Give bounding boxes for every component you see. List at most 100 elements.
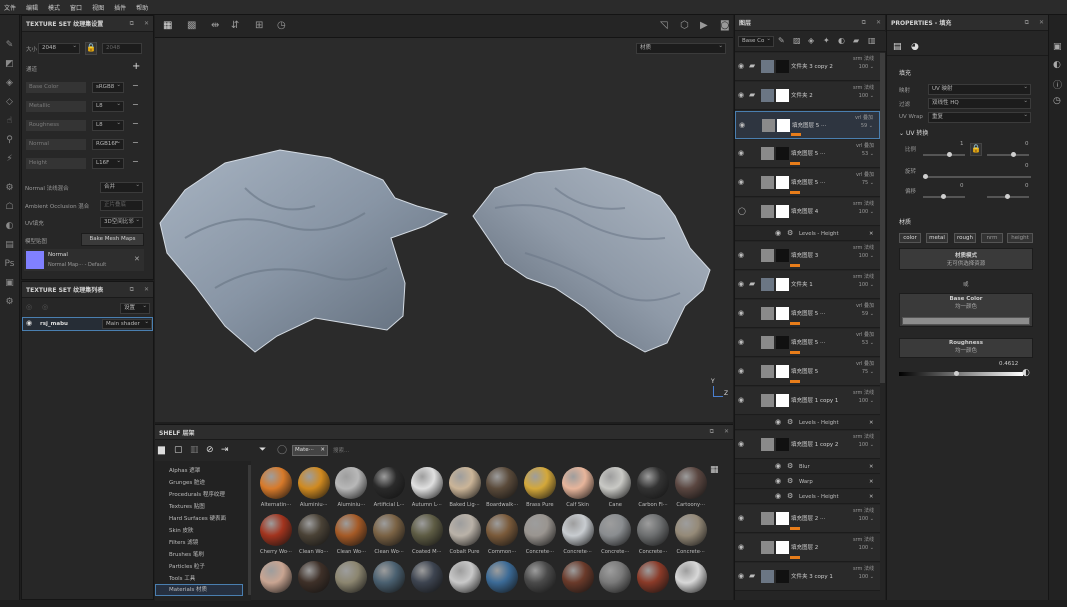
float-icon[interactable]: ⧉ (130, 286, 134, 294)
add-icon[interactable]: ⊞ (255, 20, 263, 31)
material-thumbnail[interactable] (523, 561, 557, 607)
close-icon[interactable]: ✕ (144, 286, 149, 294)
material-thumbnail[interactable] (334, 561, 368, 607)
channel-toggle-color[interactable]: color (899, 233, 921, 243)
mask-thumbnail[interactable] (777, 119, 790, 132)
material-thumbnail[interactable]: Carbon Fi··· (636, 467, 670, 513)
visibility-eye-icon[interactable]: ◉ (738, 62, 744, 70)
category-textures[interactable]: Textures 贴图 (169, 502, 205, 510)
visibility-eye-icon[interactable]: ◉ (775, 418, 781, 426)
layer-blend[interactable]: srm 法线 100 ⌄ (853, 389, 874, 405)
visibility-eye-icon[interactable]: ◉ (775, 492, 781, 500)
visibility-eye-icon[interactable]: ◉ (738, 280, 744, 288)
visibility-eye-icon[interactable]: ◉ (738, 440, 744, 448)
material-thumbnail[interactable]: Concrete··· (561, 514, 595, 560)
layer-row[interactable]: ◉ ▰ 文件夹 3 copy 2 srm 法线 100 ⌄ (735, 53, 880, 81)
layers-icon[interactable]: ▤ (4, 240, 15, 251)
new-file-icon[interactable]: ▢ (174, 445, 183, 455)
layer-row[interactable]: ◉ ▰ 文件夹 3 copy 1 srm 法线 100 ⌄ (735, 563, 880, 591)
mask-thumbnail[interactable] (776, 512, 789, 525)
layer-blend[interactable]: srm 法线 100 ⌄ (853, 433, 874, 449)
folder-icon[interactable]: ▰ (749, 90, 755, 99)
remove-channel-button[interactable]: − (132, 100, 139, 109)
mapping-dropdown[interactable]: UV 映射 (928, 84, 1031, 95)
layer-row[interactable]: ◉ 填充图层 1 copy 2 srm 法线 100 ⌄ (735, 431, 880, 459)
layer-row[interactable]: ◉ 填充图层 5 ··· vrl 叠加 75 ⌄ (735, 169, 880, 197)
category-brushes[interactable]: Brushes 笔刷 (169, 550, 204, 558)
float-icon[interactable]: ⧉ (1025, 19, 1029, 27)
layer-blend[interactable]: srm 法线 100 ⌄ (853, 536, 874, 552)
layer-blend[interactable]: vrl 叠加 59 ⌄ (856, 302, 874, 318)
normal-map-slot[interactable]: Normal Normal Map··· - Default ✕ (24, 249, 144, 271)
layer-blend[interactable]: srm 法线 100 ⌄ (853, 200, 874, 216)
folder-icon[interactable]: ▆ (158, 445, 165, 455)
material-thumbnail[interactable]: Autumn L··· (410, 467, 444, 513)
layer-row[interactable]: ◉ 填充图层 5 ··· vrl 叠加 53 ⌄ (735, 140, 880, 168)
visibility-eye-icon[interactable]: ◉ (738, 91, 744, 99)
layer-row[interactable]: ◉ ▰ 文件夹 1 srm 法线 100 ⌄ (735, 271, 880, 299)
channel-toggle-height[interactable]: height (1007, 233, 1033, 243)
category-grunges[interactable]: Grunges 脏迹 (169, 478, 205, 486)
eye-icon[interactable]: ◉ (26, 319, 32, 327)
effect-icon[interactable]: ✦ (823, 36, 830, 45)
filter-dropdown[interactable]: 双线性 HQ (928, 98, 1031, 109)
layer-row[interactable]: ◉ 填充图层 2 srm 法线 100 ⌄ (735, 534, 880, 562)
mask-thumbnail[interactable] (776, 249, 789, 262)
effect-row[interactable]: ◉ ⚙ Levels - Height ✕ (735, 490, 880, 504)
category-alphas[interactable]: Alphas 遮罩 (169, 466, 200, 474)
display-icon[interactable]: ▣ (1053, 42, 1062, 52)
projection-icon[interactable]: ◈ (4, 78, 15, 89)
visibility-icon[interactable]: ◎ (42, 303, 48, 311)
grid-view-icon[interactable]: ▦ (710, 465, 719, 475)
float-icon[interactable]: ⧉ (130, 20, 134, 28)
visibility-eye-icon[interactable]: ◉ (738, 543, 744, 551)
material-thumbnail[interactable]: Cobalt Pure (448, 514, 482, 560)
effect-row[interactable]: ◉ ⚙ Warp ✕ (735, 475, 880, 489)
layer-blend[interactable]: vrl 叠加 53 ⌄ (856, 331, 874, 347)
properties-icon[interactable]: ▤ (893, 42, 902, 52)
smudge-icon[interactable]: ☝ (4, 116, 15, 127)
material-thumbnail[interactable]: Cartoony··· (674, 467, 708, 513)
close-icon[interactable]: ✕ (1039, 19, 1044, 27)
channel-toggle-metal[interactable]: metal (926, 233, 948, 243)
remove-channel-button[interactable]: − (132, 81, 139, 90)
slider-knob[interactable] (954, 371, 959, 376)
filter-chip[interactable]: Mate··· ✕ (292, 445, 328, 456)
slider-knob[interactable] (941, 194, 946, 199)
folder-icon[interactable]: ▰ (749, 571, 755, 580)
menu-help[interactable]: 帮助 (136, 3, 148, 12)
bake-icon[interactable]: ⚙ (4, 183, 15, 194)
3d-viewport[interactable]: 材质 Y Z (155, 38, 733, 422)
polygon-fill-icon[interactable]: ◇ (4, 97, 15, 108)
offset-slider-2[interactable] (987, 194, 1029, 199)
layer-blend[interactable]: vrl 叠加 75 ⌄ (856, 360, 874, 376)
material-mode-button[interactable]: 材质模式 无可供选择资源 (899, 248, 1033, 270)
display-settings-icon[interactable]: ☖ (4, 202, 15, 213)
eraser-icon[interactable]: ◩ (4, 59, 15, 70)
channel-format[interactable]: L8 (92, 120, 124, 131)
effect-row[interactable]: ◉ ⚙ Levels - Height ✕ (735, 227, 880, 241)
channel-dropdown[interactable]: Base Co (738, 36, 774, 47)
visibility-eye-icon[interactable]: ◉ (738, 149, 744, 157)
visibility-eye-icon[interactable]: ◉ (738, 309, 744, 317)
category-particles[interactable]: Particles 粒子 (169, 562, 205, 570)
shelf-search-input[interactable] (333, 445, 728, 456)
channel-format[interactable]: RGB16F (92, 139, 124, 150)
mask-thumbnail[interactable] (776, 147, 789, 160)
layer-blend[interactable]: vrl 叠加 75 ⌄ (856, 171, 874, 187)
base-color-swatch[interactable] (902, 317, 1030, 325)
material-thumbnail[interactable] (598, 561, 632, 607)
mask-thumbnail[interactable] (776, 570, 789, 583)
material-thumbnail[interactable]: Clean Wo··· (334, 514, 368, 560)
info-icon[interactable]: ⓘ (1053, 78, 1062, 91)
remove-effect-icon[interactable]: ✕ (869, 231, 873, 237)
filter-icon[interactable]: ⏷ (259, 445, 266, 455)
lock-icon[interactable]: 🔒 (85, 42, 97, 55)
rotation-slider[interactable] (923, 174, 1031, 179)
mask-thumbnail[interactable] (776, 541, 789, 554)
layer-row[interactable]: ◉ ▰ 文件夹 2 srm 法线 100 ⌄ (735, 82, 880, 110)
settings-dropdown[interactable]: 设置 (120, 303, 150, 314)
slider-knob[interactable] (1011, 152, 1016, 157)
material-thumbnail[interactable]: Coated M··· (410, 514, 444, 560)
folder-icon[interactable]: ▰ (749, 279, 755, 288)
